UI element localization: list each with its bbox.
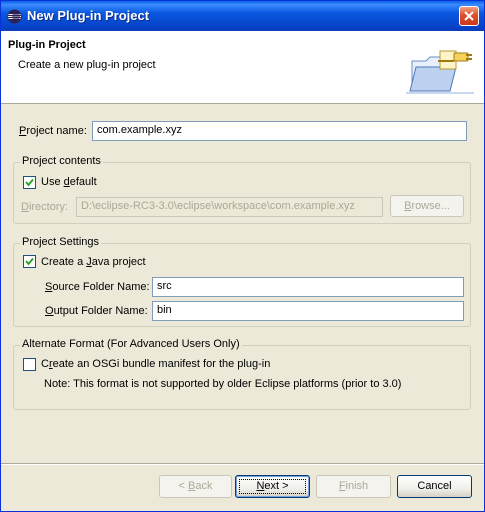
use-default-checkbox[interactable]: [23, 176, 36, 189]
page-title: Plug-in Project: [8, 39, 86, 51]
back-button[interactable]: < Back: [159, 475, 232, 498]
title-bar[interactable]: New Plug-in Project: [1, 1, 484, 31]
osgi-manifest-checkbox[interactable]: [23, 358, 36, 371]
osgi-note: Note: This format is not supported by ol…: [44, 378, 402, 390]
cancel-button[interactable]: Cancel: [397, 475, 472, 498]
window-title: New Plug-in Project: [27, 8, 150, 23]
plugin-folder-icon: [406, 50, 474, 94]
source-folder-label: Source Folder Name:: [45, 281, 150, 293]
create-java-label[interactable]: Create a Java project: [41, 256, 146, 268]
alternate-format-title: Alternate Format (For Advanced Users Onl…: [20, 338, 242, 350]
directory-input[interactable]: D:\eclipse-RC3-3.0\eclipse\workspace\com…: [76, 197, 383, 217]
close-icon: [464, 11, 474, 21]
page-description: Create a new plug-in project: [18, 59, 156, 71]
use-default-label[interactable]: Use default: [41, 176, 97, 188]
project-contents-title: Project contents: [20, 155, 103, 167]
project-name-label: Project name:: [19, 125, 87, 137]
finish-button[interactable]: Finish: [316, 475, 391, 498]
close-button[interactable]: [459, 6, 479, 26]
project-name-input[interactable]: com.example.xyz: [92, 121, 467, 141]
project-settings-title: Project Settings: [20, 236, 102, 248]
next-button[interactable]: Next >: [235, 475, 310, 498]
button-bar-separator: [1, 463, 484, 465]
checkmark-icon: [25, 257, 34, 266]
output-folder-input[interactable]: bin: [152, 301, 464, 321]
osgi-manifest-label[interactable]: Create an OSGi bundle manifest for the p…: [41, 358, 270, 370]
create-java-checkbox[interactable]: [23, 255, 36, 268]
wizard-header: Plug-in Project Create a new plug-in pro…: [1, 31, 484, 104]
checkmark-icon: [25, 178, 34, 187]
source-folder-input[interactable]: src: [152, 277, 464, 297]
output-folder-label: Output Folder Name:: [45, 305, 148, 317]
browse-button[interactable]: Browse...: [390, 195, 464, 217]
wizard-dialog: New Plug-in Project Plug-in Project Crea…: [0, 0, 485, 512]
directory-label: Directory:: [21, 201, 69, 213]
eclipse-icon: [7, 9, 22, 24]
